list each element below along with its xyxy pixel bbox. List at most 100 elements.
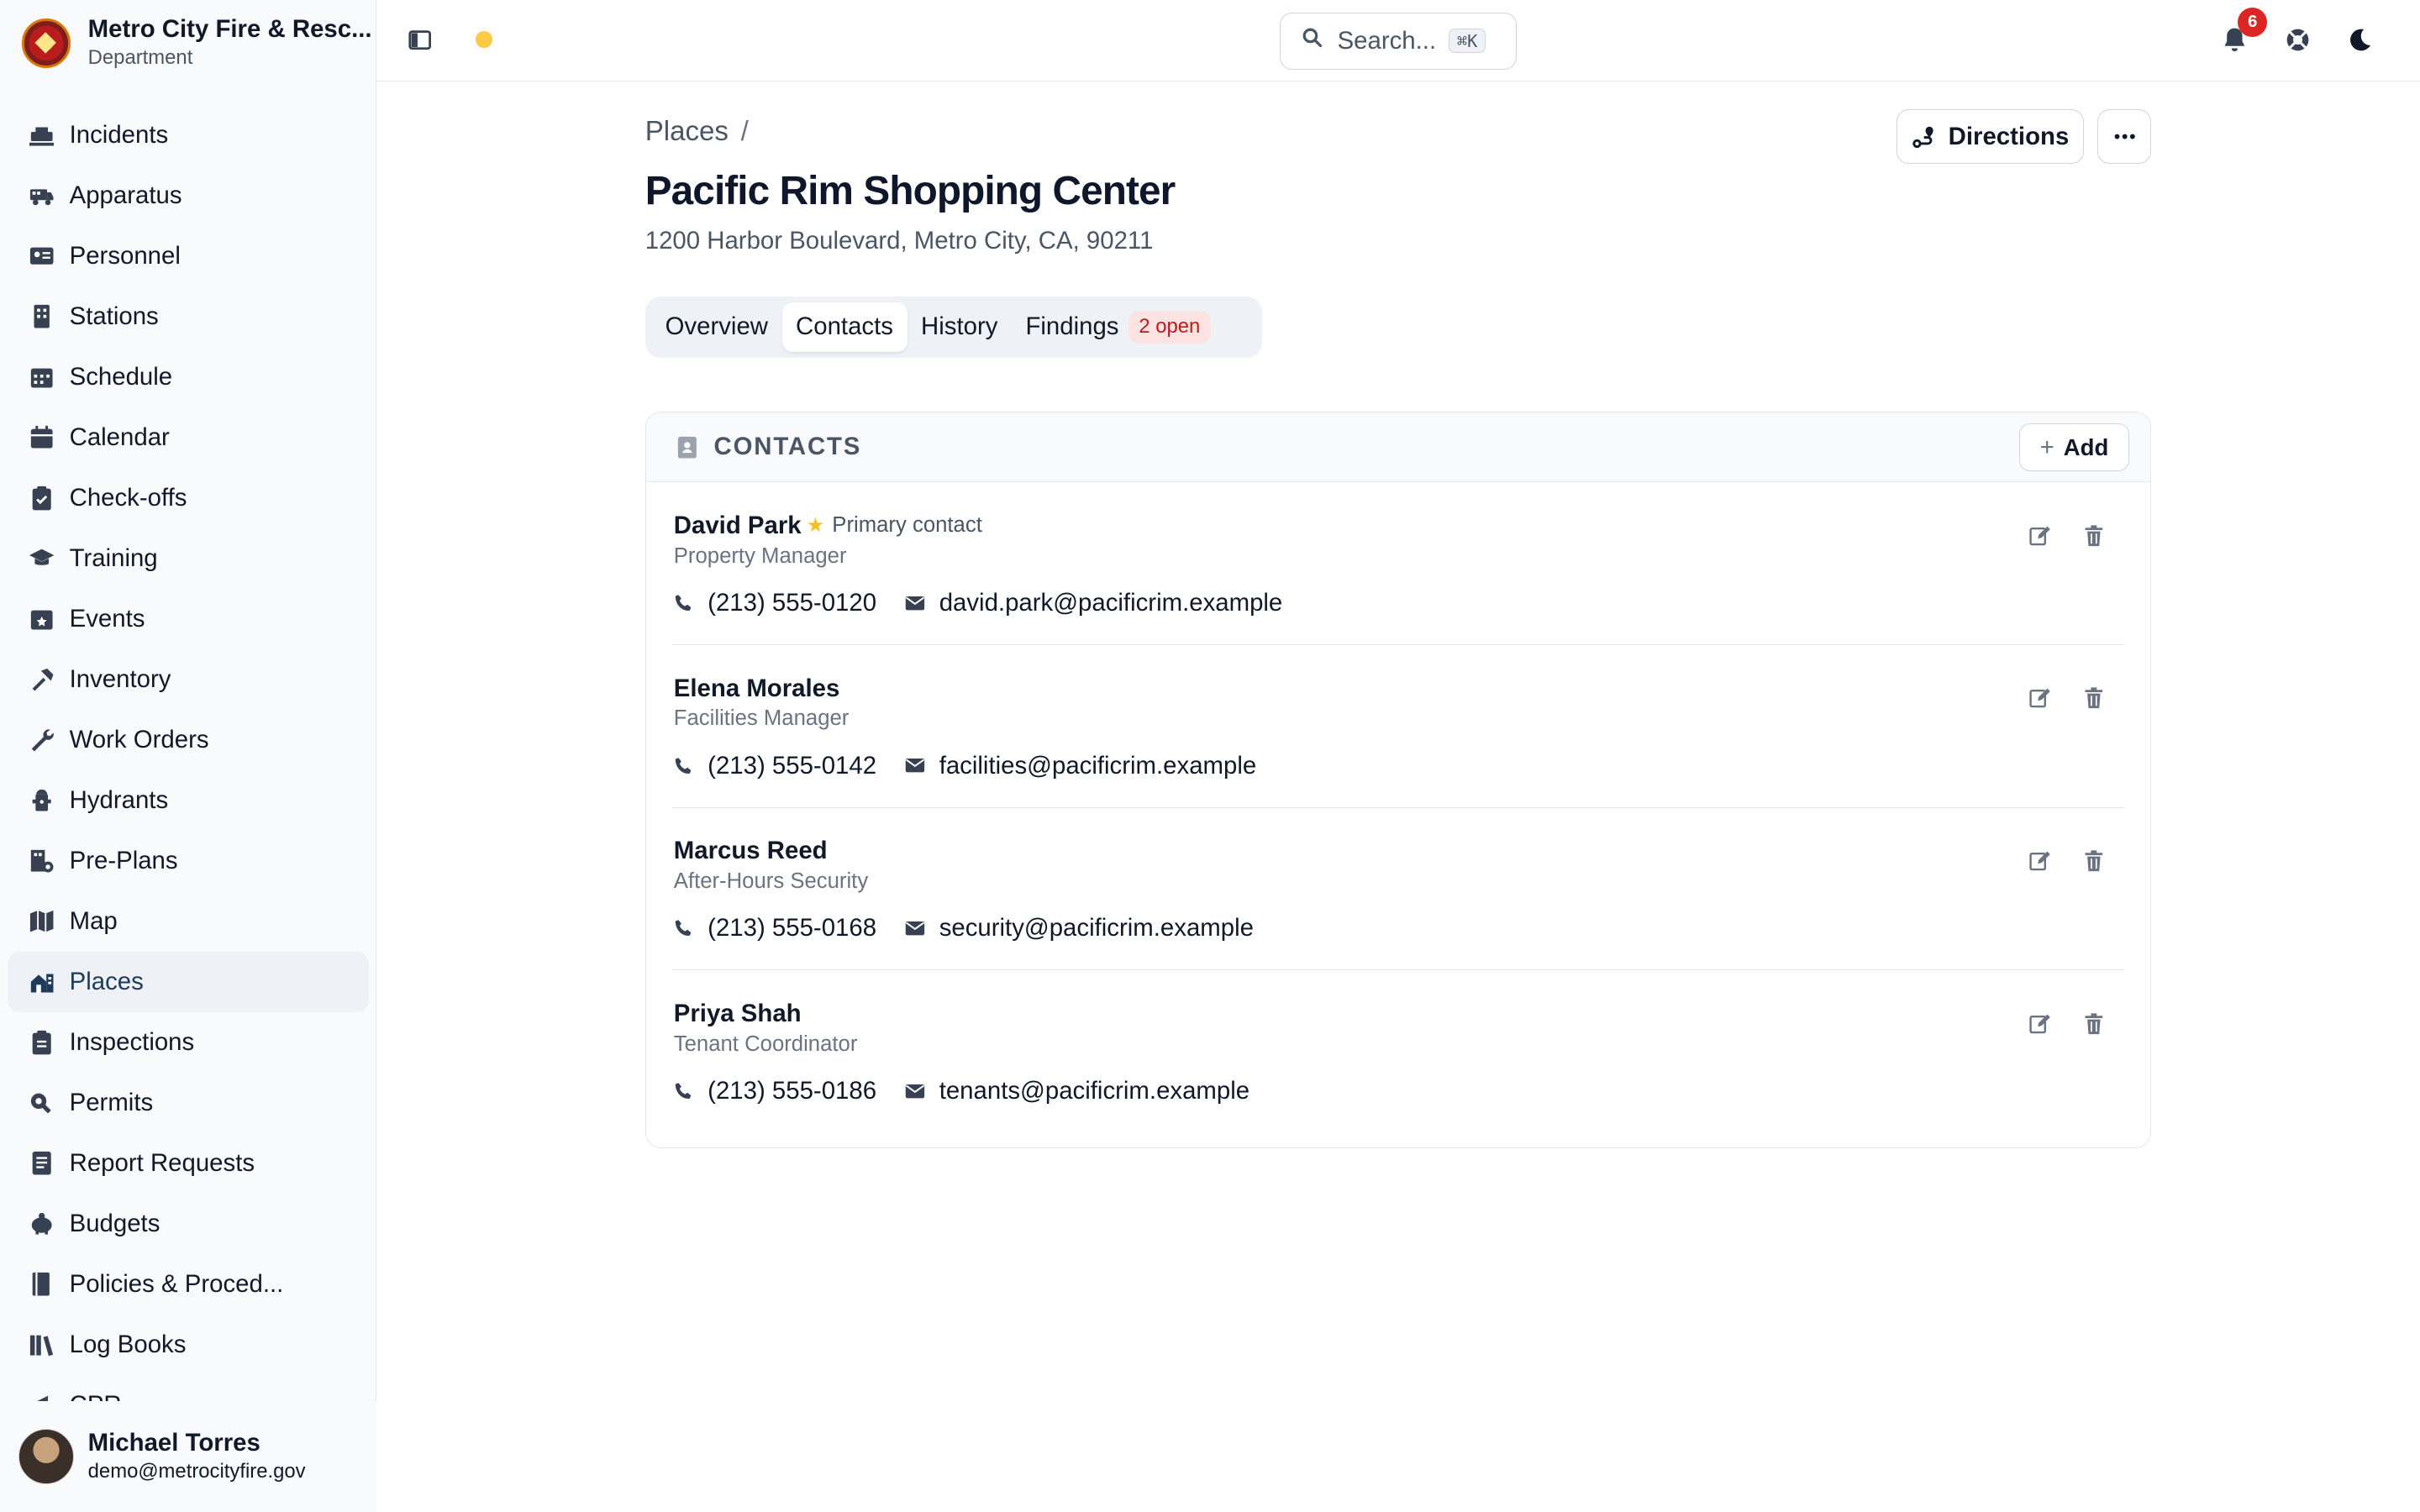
sidebar: Metro City Fire & Resc... Department Inc… xyxy=(0,0,377,1512)
tab-findings[interactable]: Findings 2 open xyxy=(1012,302,1225,352)
sidebar-item-work-orders[interactable]: Work Orders xyxy=(8,710,369,770)
wrench-icon xyxy=(29,727,54,752)
sidebar-item-pre-plans[interactable]: Pre-Plans xyxy=(8,831,369,891)
support-icon[interactable] xyxy=(2284,26,2312,54)
trash-icon[interactable] xyxy=(2083,1012,2107,1037)
contact-name: Elena Morales xyxy=(673,674,840,702)
sidebar-item-places[interactable]: Places xyxy=(8,951,369,1012)
contact-phone[interactable]: (213) 555-0186 xyxy=(674,1077,876,1105)
avatar xyxy=(18,1428,75,1484)
phone-icon xyxy=(675,757,692,774)
trash-icon[interactable] xyxy=(2083,524,2107,549)
tab-history[interactable]: History xyxy=(908,302,1012,352)
contacts-card: CONTACTS + Add David Park Property Manag… xyxy=(644,412,2152,1148)
sidebar-item-schedule[interactable]: Schedule xyxy=(8,347,369,407)
search-shortcut: ⌘K xyxy=(1448,28,1486,54)
contacts-card-header: CONTACTS + Add xyxy=(645,412,2151,483)
breadcrumb: Places / xyxy=(645,116,749,148)
org-switcher[interactable]: Metro City Fire & Resc... Department xyxy=(0,0,376,87)
contact-role: Property Manager xyxy=(673,543,847,568)
mail-icon xyxy=(906,921,925,936)
contact-phone-text: (213) 555-0120 xyxy=(708,588,877,617)
sidebar-item-stations[interactable]: Stations xyxy=(8,286,369,347)
mail-icon xyxy=(906,596,925,610)
breadcrumb-separator: / xyxy=(740,115,749,147)
sidebar-item-label: Map xyxy=(69,906,118,935)
contact-email[interactable]: facilities@pacificrim.example xyxy=(905,752,1256,780)
sidebar-nav: Incidents Apparatus Personnel Stations S… xyxy=(0,105,376,1408)
trash-icon[interactable] xyxy=(2083,686,2107,711)
report-icon xyxy=(29,1151,54,1175)
sidebar-item-check-offs[interactable]: Check-offs xyxy=(8,468,369,528)
tab-overview[interactable]: Overview xyxy=(651,302,781,352)
graduation-cap-icon xyxy=(29,546,55,570)
sidebar-item-apparatus[interactable]: Apparatus xyxy=(8,165,369,226)
contact-phone[interactable]: (213) 555-0168 xyxy=(674,914,876,942)
sidebar-item-budgets[interactable]: Budgets xyxy=(8,1194,369,1254)
dark-mode-icon[interactable] xyxy=(2346,26,2374,54)
sidebar-item-incidents[interactable]: Incidents xyxy=(8,105,369,165)
sidebar-item-personnel[interactable]: Personnel xyxy=(8,226,369,286)
hydrant-icon xyxy=(29,788,54,812)
contact-phone[interactable]: (213) 555-0142 xyxy=(674,752,876,780)
contact-email-text: david.park@pacificrim.example xyxy=(939,588,1283,617)
sidebar-item-log-books[interactable]: Log Books xyxy=(8,1315,369,1375)
sidebar-item-label: Inspections xyxy=(69,1027,195,1056)
search-input[interactable]: Search... ⌘K xyxy=(1279,12,1518,70)
edit-icon[interactable] xyxy=(2028,524,2053,549)
page-title: Pacific Rim Shopping Center xyxy=(644,169,1176,214)
sidebar-item-inspections[interactable]: Inspections xyxy=(8,1012,369,1073)
sidebar-item-events[interactable]: Events xyxy=(8,589,369,649)
sidebar-item-label: Work Orders xyxy=(69,725,209,753)
contact-name: Marcus Reed xyxy=(673,837,828,865)
contact-email[interactable]: tenants@pacificrim.example xyxy=(905,1077,1249,1105)
directions-button[interactable]: Directions xyxy=(1897,109,2084,164)
edit-icon[interactable] xyxy=(2028,849,2053,874)
contact-list: David Park Property Manager (213) 555-01… xyxy=(646,482,2151,1133)
sidebar-toggle-icon[interactable] xyxy=(408,28,432,52)
sidebar-item-inventory[interactable]: Inventory xyxy=(8,649,369,710)
calendar-grid-icon xyxy=(29,365,54,389)
contact-row: Marcus Reed After-Hours Security (213) 5… xyxy=(671,808,2125,971)
contact-role: Facilities Manager xyxy=(673,706,850,731)
more-actions-button[interactable] xyxy=(2097,109,2152,164)
edit-icon[interactable] xyxy=(2028,686,2053,711)
main-content: Places / Pacific Rim Shopping Center 1200… xyxy=(376,81,2420,1512)
findings-open-badge: 2 open xyxy=(1128,310,1212,344)
contact-phone-text: (213) 555-0186 xyxy=(708,1077,877,1105)
user-profile[interactable]: Michael Torres demo@metrocityfire.gov xyxy=(0,1400,377,1512)
sidebar-item-label: Budgets xyxy=(69,1209,160,1237)
sidebar-item-policies-proced[interactable]: Policies & Proced... xyxy=(8,1254,369,1315)
sidebar-item-label: Pre-Plans xyxy=(69,846,178,874)
contact-book-icon xyxy=(678,436,697,459)
phone-icon xyxy=(675,595,692,611)
sidebar-item-label: Permits xyxy=(69,1088,154,1116)
topbar-actions: 6 xyxy=(2204,0,2420,81)
contact-name: Priya Shah xyxy=(673,1000,802,1028)
top-bar: Search... ⌘K 6 xyxy=(376,0,2420,82)
ellipsis-icon xyxy=(2114,134,2135,139)
primary-contact-label: Primary contact xyxy=(832,512,982,537)
sidebar-item-map[interactable]: Map xyxy=(8,891,369,952)
mail-icon xyxy=(906,759,925,773)
add-contact-button[interactable]: + Add xyxy=(2019,423,2129,472)
sidebar-item-label: Policies & Proced... xyxy=(69,1269,284,1298)
contact-row: Priya Shah Tenant Coordinator (213) 555-… xyxy=(672,970,2124,1133)
sidebar-item-report-requests[interactable]: Report Requests xyxy=(8,1133,369,1194)
building-icon xyxy=(29,304,54,328)
tab-contacts[interactable]: Contacts xyxy=(781,302,908,352)
contact-phone[interactable]: (213) 555-0120 xyxy=(674,589,876,617)
breadcrumb-places-link[interactable]: Places xyxy=(645,116,729,147)
sidebar-item-calendar[interactable]: Calendar xyxy=(8,407,369,468)
place-tabs: Overview Contacts History Findings 2 ope… xyxy=(644,296,1263,359)
sidebar-item-hydrants[interactable]: Hydrants xyxy=(8,770,369,831)
sidebar-item-permits[interactable]: Permits xyxy=(8,1073,369,1133)
contact-email[interactable]: david.park@pacificrim.example xyxy=(905,589,1282,617)
contact-email[interactable]: security@pacificrim.example xyxy=(905,914,1254,942)
sidebar-item-label: Schedule xyxy=(69,362,173,391)
star-icon: ★ xyxy=(806,513,825,537)
trash-icon[interactable] xyxy=(2083,849,2107,874)
sidebar-item-training[interactable]: Training xyxy=(8,528,369,589)
edit-icon[interactable] xyxy=(2028,1012,2053,1037)
piggy-bank-icon xyxy=(29,1211,54,1236)
